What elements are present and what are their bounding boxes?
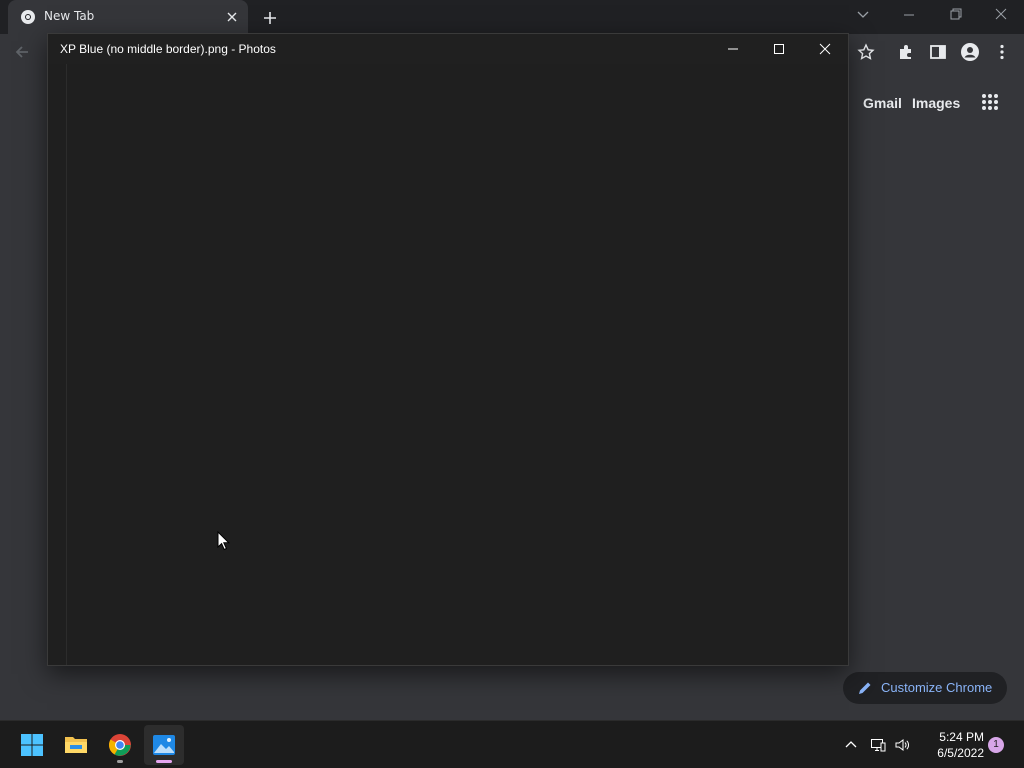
chrome-running-indicator [117,760,123,763]
notification-count-badge[interactable]: 1 [988,737,1004,753]
mouse-pointer-icon [217,531,231,551]
chrome-icon [109,734,131,756]
start-button[interactable] [12,725,52,765]
photos-image-edge [66,64,67,665]
pencil-icon [859,682,871,694]
customize-chrome-label: Customize Chrome [881,680,993,695]
gmail-link[interactable]: Gmail [863,95,902,111]
new-tab-plus-icon[interactable] [260,8,280,28]
photos-icon [153,735,175,755]
photos-titlebar[interactable]: XP Blue (no middle border).png - Photos [48,34,848,64]
photos-taskbar-button[interactable] [144,725,184,765]
tab-title: New Tab [44,9,95,23]
chrome-icon [21,10,35,24]
chrome-taskbar-button[interactable] [100,725,140,765]
folder-icon [65,737,87,753]
customize-chrome-button[interactable]: Customize Chrome [843,672,1007,704]
extensions-puzzle-icon[interactable] [896,42,916,62]
photos-window-title: XP Blue (no middle border).png - Photos [60,42,276,56]
close-tab-icon[interactable] [224,9,240,25]
clock-time: 5:24 PM [939,730,984,744]
file-explorer-button[interactable] [56,725,96,765]
side-panel-icon[interactable] [928,42,948,62]
chrome-menu-icon[interactable] [992,42,1012,62]
tab-strip: New Tab [0,0,1024,34]
profile-avatar-icon[interactable] [960,42,980,62]
close-window-icon[interactable] [990,6,1012,24]
photos-minimize-icon[interactable] [724,40,742,58]
tab-new-tab[interactable]: New Tab [8,0,248,34]
windows-logo-icon [21,734,43,756]
photos-close-icon[interactable] [816,40,834,58]
volume-icon[interactable] [894,737,910,753]
clock-date: 6/5/2022 [937,746,984,760]
windows-taskbar: 5:24 PM 6/5/2022 1 [0,720,1024,768]
system-clock[interactable]: 5:24 PM 6/5/2022 [920,729,984,761]
images-link[interactable]: Images [912,95,960,111]
network-icon[interactable] [870,737,886,753]
minimize-icon[interactable] [898,6,920,24]
bookmark-star-icon[interactable] [856,42,876,62]
google-apps-grid-icon[interactable] [980,92,1000,112]
tab-search-chevron-icon[interactable] [852,6,874,24]
restore-icon[interactable] [944,6,966,24]
back-arrow-icon[interactable] [12,42,32,62]
photos-maximize-icon[interactable] [770,40,788,58]
photos-window: XP Blue (no middle border).png - Photos [47,33,849,666]
show-hidden-icons-chevron-icon[interactable] [843,737,859,753]
photos-active-indicator [156,760,172,763]
photo-viewer-canvas[interactable] [48,64,848,665]
